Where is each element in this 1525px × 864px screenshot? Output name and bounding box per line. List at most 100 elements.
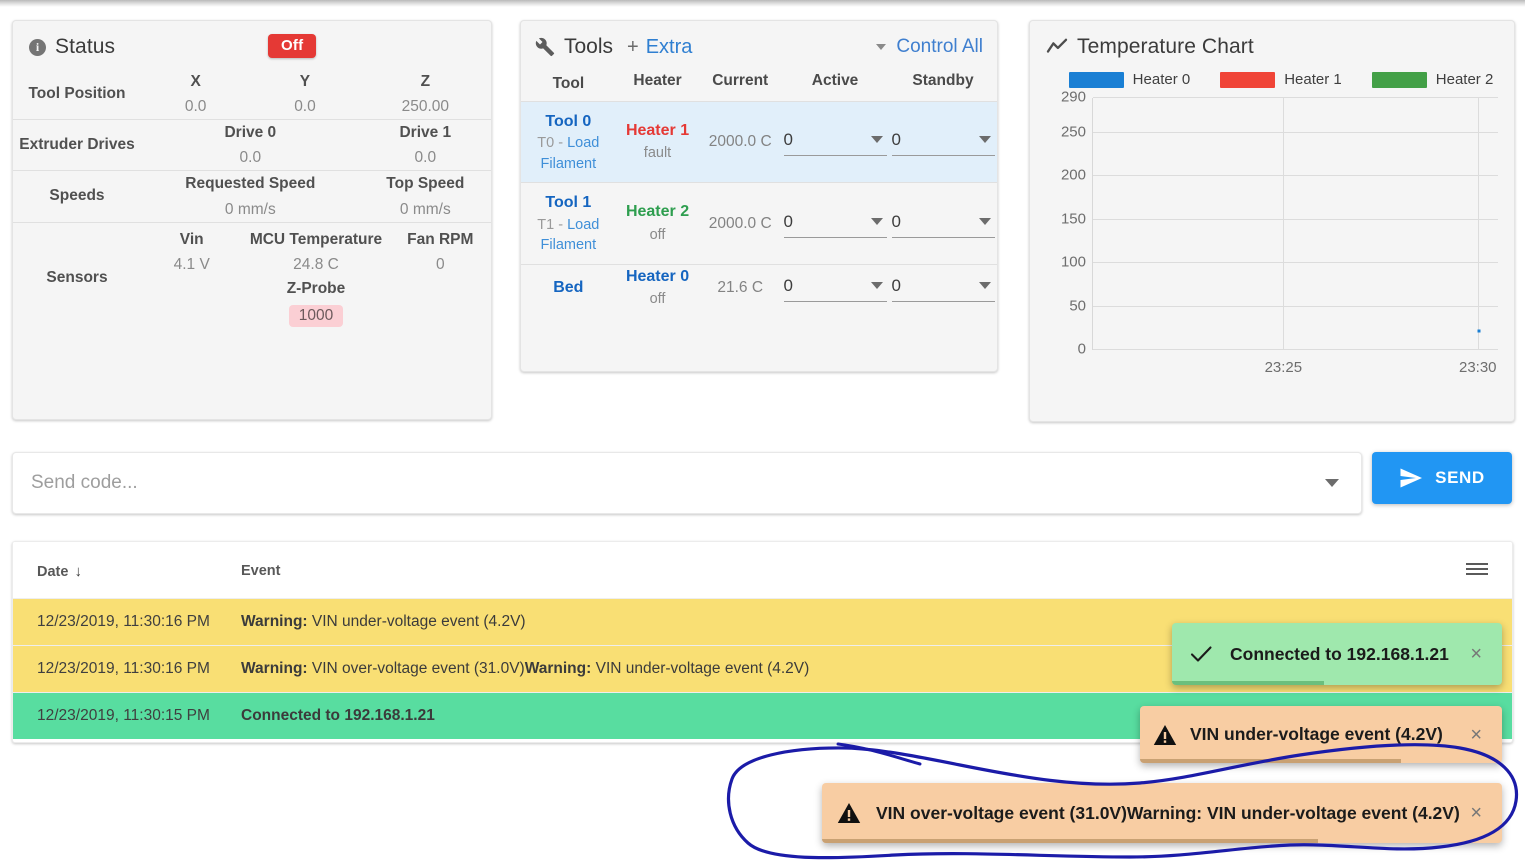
legend-swatch — [1068, 71, 1124, 88]
standby-temperature-value: 0 — [891, 275, 901, 295]
log-col-date[interactable]: Date ↓ — [13, 542, 241, 599]
sort-descending-icon[interactable]: ↓ — [74, 563, 82, 580]
tool-subtext[interactable]: T1 - Load Filament — [525, 215, 612, 256]
active-temperature-input[interactable]: 0 — [783, 128, 887, 157]
tools-cell-tool[interactable]: Tool 1 T1 - Load Filament — [521, 182, 616, 265]
chevron-down-icon[interactable] — [870, 217, 883, 225]
chevron-down-icon[interactable] — [978, 136, 991, 144]
active-temperature-value: 0 — [783, 130, 794, 150]
toast-message: Connected to 192.168.1.21 — [1230, 643, 1449, 664]
log-event-text: VIN over-voltage event (31.0V) — [307, 660, 525, 677]
legend-item-heater-1[interactable]: Heater 1 — [1220, 71, 1342, 88]
chart-card-title: Temperature Chart — [1077, 35, 1254, 58]
chart-gridline-horizontal: 50 — [1069, 297, 1498, 314]
tools-cell-heater[interactable]: Heater 1 fault — [615, 100, 700, 183]
active-temperature-input[interactable]: 0 — [783, 210, 887, 238]
status-cell-head: Fan RPM — [407, 230, 474, 248]
chevron-down-icon[interactable] — [978, 281, 991, 289]
heater-name[interactable]: Heater 1 — [616, 119, 700, 142]
tools-card-header: Tools + Extra Control All — [521, 21, 997, 67]
active-temperature-value: 0 — [783, 275, 794, 295]
close-icon[interactable]: × — [1460, 725, 1502, 745]
active-temperature-input[interactable]: 0 — [783, 274, 887, 302]
status-cell-y: Y 0.0 — [250, 69, 359, 120]
current-temperature: 21.6 C — [717, 278, 764, 296]
tools-card-title: Tools — [564, 35, 614, 58]
chart-data-point — [1477, 329, 1481, 333]
status-cell-head: Top Speed — [386, 175, 465, 193]
tools-cell-standby[interactable]: 0 — [889, 263, 997, 312]
tools-cell-heater[interactable]: Heater 0 off — [615, 263, 700, 312]
status-row-label: Extruder Drives — [19, 136, 135, 154]
event-log-header-row: Date ↓ Event — [13, 542, 1512, 599]
status-sensors-group: Vin 4.1 V MCU Temperature 24.8 C Fan RPM… — [141, 222, 491, 335]
heater-name[interactable]: Heater 0 — [616, 265, 700, 288]
log-col-event[interactable]: Event — [241, 542, 1452, 599]
close-icon[interactable]: × — [1460, 644, 1502, 664]
tools-row-bed[interactable]: Bed Heater 0 off 21.6 C 0 0 — [521, 263, 997, 312]
tools-table-header-row: Tool Heater Current Active Standby — [521, 67, 997, 102]
standby-temperature-input[interactable]: 0 — [891, 210, 995, 238]
chart-plot-area[interactable]: 0 50 100 150 200 250 290 23:25 23:30 — [1061, 89, 1498, 376]
send-code-placeholder: Send code... — [31, 472, 138, 493]
chevron-down-icon[interactable] — [870, 281, 883, 289]
chevron-down-icon[interactable] — [1325, 479, 1339, 487]
chart-gridline-horizontal: 100 — [1061, 254, 1498, 271]
toast-connected[interactable]: Connected to 192.168.1.21 × — [1172, 623, 1502, 685]
status-row-label: Speeds — [49, 187, 105, 205]
top-shadow-bar — [0, 0, 1525, 7]
chevron-down-icon[interactable] — [978, 217, 991, 225]
status-cell-z: Z 250.00 — [360, 69, 491, 120]
send-button[interactable]: SEND — [1372, 452, 1512, 504]
tools-col-current: Current — [712, 72, 769, 89]
status-cell-x: X 0.0 — [141, 69, 250, 120]
status-badge: Off — [268, 34, 317, 58]
z-probe-value: 1000 — [288, 304, 344, 327]
heater-name[interactable]: Heater 2 — [616, 200, 700, 223]
tool-name[interactable]: Tool 0 — [525, 110, 612, 133]
log-cell-date: 12/23/2019, 11:30:16 PM — [13, 598, 241, 646]
legend-item-heater-0[interactable]: Heater 0 — [1068, 71, 1190, 88]
tools-cell-tool[interactable]: Tool 0 T0 - Load Filament — [521, 100, 616, 183]
standby-temperature-input[interactable]: 0 — [891, 128, 995, 157]
add-tool-icon[interactable]: + — [627, 36, 639, 59]
chart-y-tick-label: 200 — [1060, 166, 1086, 184]
legend-item-heater-2[interactable]: Heater 2 — [1371, 71, 1493, 88]
status-cell-mcu-temperature: MCU Temperature 24.8 C — [242, 227, 389, 277]
status-row-tool-position: Tool Position X 0.0 Y 0.0 Z 250.00 — [13, 69, 491, 120]
dashboard-cards-row: i Status Off Tool Position X 0.0 Y 0.0 Z — [0, 20, 1525, 422]
toast-under-voltage[interactable]: VIN under-voltage event (4.2V) × — [1140, 706, 1502, 763]
control-all-group[interactable]: Control All — [876, 36, 983, 58]
tool-name[interactable]: Tool 1 — [525, 191, 612, 214]
tools-row-tool-0[interactable]: Tool 0 T0 - Load Filament Heater 1 fault… — [521, 100, 997, 183]
status-row-label: Sensors — [46, 269, 108, 287]
tools-cell-tool[interactable]: Bed — [521, 263, 616, 312]
tools-row-tool-1[interactable]: Tool 1 T1 - Load Filament Heater 2 off 2… — [521, 182, 997, 265]
log-menu-button[interactable] — [1452, 542, 1512, 599]
warning-triangle-icon — [822, 802, 876, 824]
toast-over-voltage[interactable]: VIN over-voltage event (31.0V)Warning: V… — [822, 783, 1502, 843]
info-icon: i — [29, 38, 46, 56]
log-cell-date: 12/23/2019, 11:30:16 PM — [13, 645, 241, 693]
tools-cell-active[interactable]: 0 — [781, 182, 890, 265]
standby-temperature-input[interactable]: 0 — [891, 274, 995, 302]
tools-cell-standby[interactable]: 0 — [889, 100, 997, 183]
close-icon[interactable]: × — [1460, 803, 1502, 823]
hamburger-icon[interactable] — [1466, 560, 1488, 578]
tool-subtext[interactable]: T0 - Load Filament — [525, 133, 612, 174]
tools-cell-active[interactable]: 0 — [781, 263, 890, 312]
tools-cell-heater[interactable]: Heater 2 off — [615, 182, 700, 265]
tool-sub-prefix: T1 - — [537, 216, 568, 233]
chart-y-tick-label: 0 — [1077, 340, 1086, 358]
send-code-input-wrapper[interactable]: Send code... — [12, 452, 1362, 514]
tool-name[interactable]: Bed — [525, 276, 612, 299]
legend-swatch — [1371, 71, 1427, 88]
tools-cell-active[interactable]: 0 — [781, 100, 890, 183]
chevron-down-icon[interactable] — [876, 44, 887, 50]
status-cell-z-probe: Z-Probe 1000 — [141, 277, 491, 335]
chevron-down-icon[interactable] — [870, 136, 883, 144]
extra-link[interactable]: Extra — [646, 36, 693, 59]
control-all-link[interactable]: Control All — [896, 36, 983, 58]
tools-col-heater: Heater — [633, 72, 682, 89]
tools-cell-standby[interactable]: 0 — [889, 182, 997, 265]
